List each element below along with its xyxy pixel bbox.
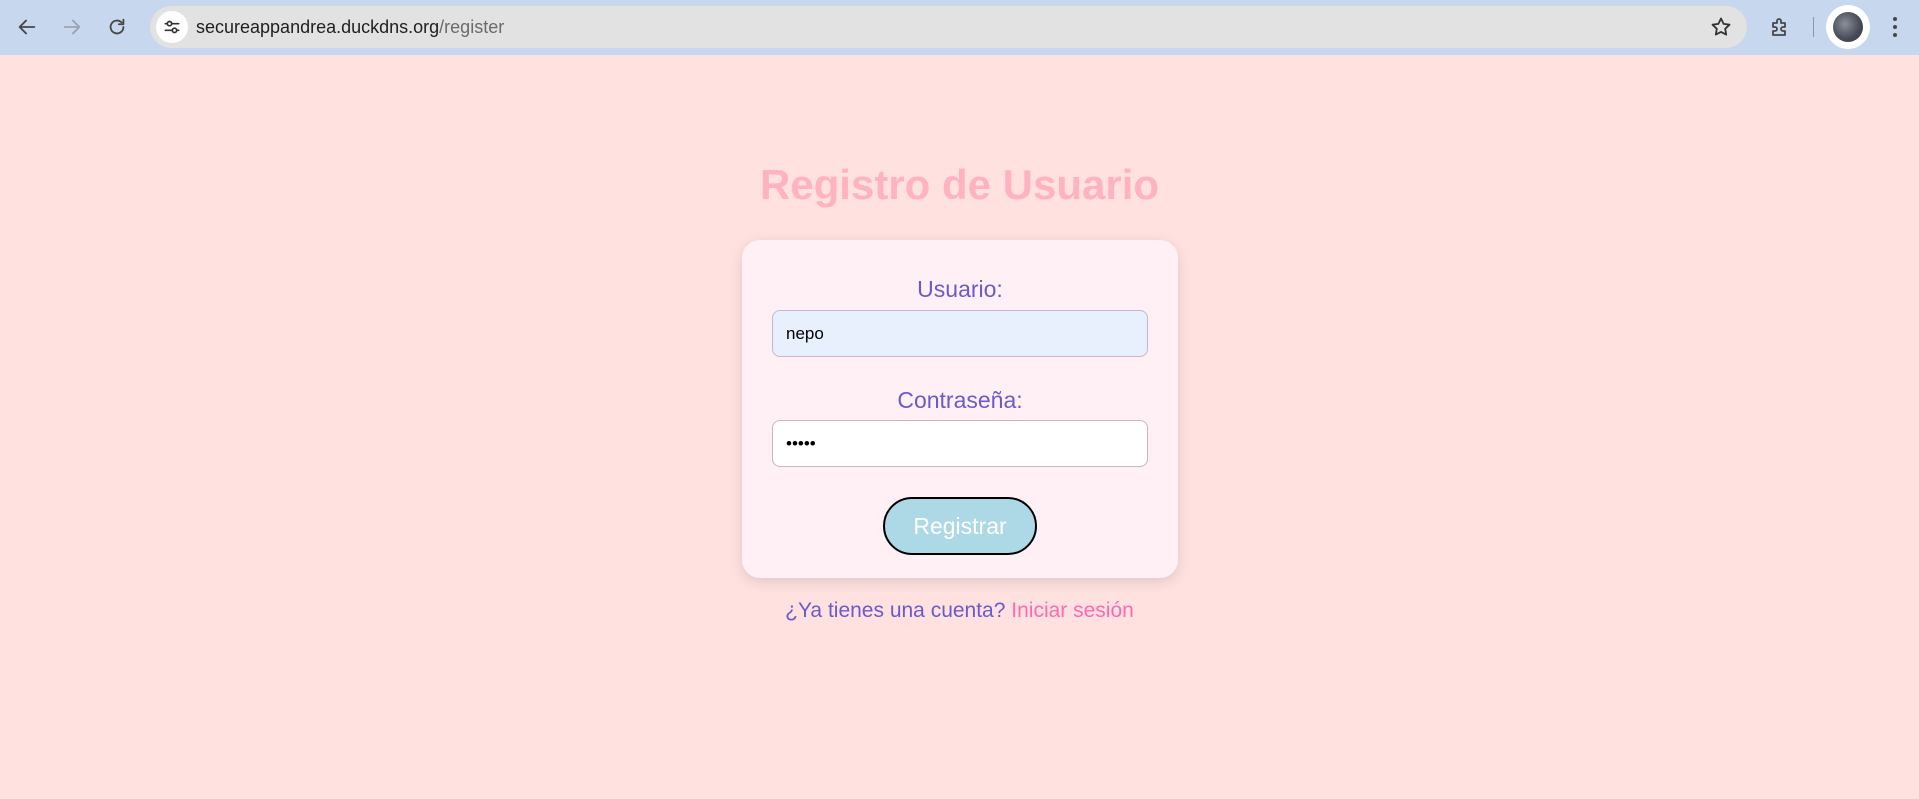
arrow-right-icon: [63, 19, 81, 35]
login-prompt-text: ¿Ya tienes una cuenta?: [785, 599, 1006, 622]
address-bar[interactable]: secureappandrea.duckdns.org/register: [150, 6, 1747, 48]
tune-icon: [164, 20, 180, 34]
reload-button[interactable]: [100, 10, 134, 44]
reload-icon: [109, 18, 125, 35]
site-info-button[interactable]: [156, 11, 188, 43]
register-form: Usuario: Contraseña: Registrar: [742, 240, 1178, 578]
menu-button[interactable]: [1880, 10, 1910, 44]
arrow-left-icon: [18, 19, 36, 35]
password-input[interactable]: [772, 420, 1148, 467]
avatar[interactable]: [1826, 5, 1870, 49]
username-input[interactable]: [772, 310, 1148, 357]
puzzle-icon: [1772, 18, 1786, 36]
profile-picture: [1833, 12, 1863, 42]
kebab-menu-icon: [1893, 17, 1897, 37]
url-text[interactable]: secureappandrea.duckdns.org/register: [196, 17, 504, 37]
password-label: Contraseña:: [897, 387, 1023, 413]
back-button[interactable]: [10, 10, 44, 44]
register-button[interactable]: Registrar: [883, 497, 1037, 555]
star-icon[interactable]: [1709, 15, 1733, 39]
login-prompt: ¿Ya tienes una cuenta? Iniciar sesión: [0, 598, 1919, 624]
page-title: Registro de Usuario: [759, 161, 1160, 208]
url-host: secureappandrea.duckdns.org: [196, 17, 440, 37]
forward-button[interactable]: [55, 10, 89, 44]
login-link[interactable]: Iniciar sesión: [1011, 599, 1134, 622]
extensions-button[interactable]: [1763, 10, 1797, 44]
browser-toolbar: secureappandrea.duckdns.org/register: [0, 0, 1919, 55]
url-path: /register: [439, 17, 505, 37]
username-label: Usuario:: [917, 276, 1003, 302]
toolbar-divider: [1813, 17, 1814, 37]
